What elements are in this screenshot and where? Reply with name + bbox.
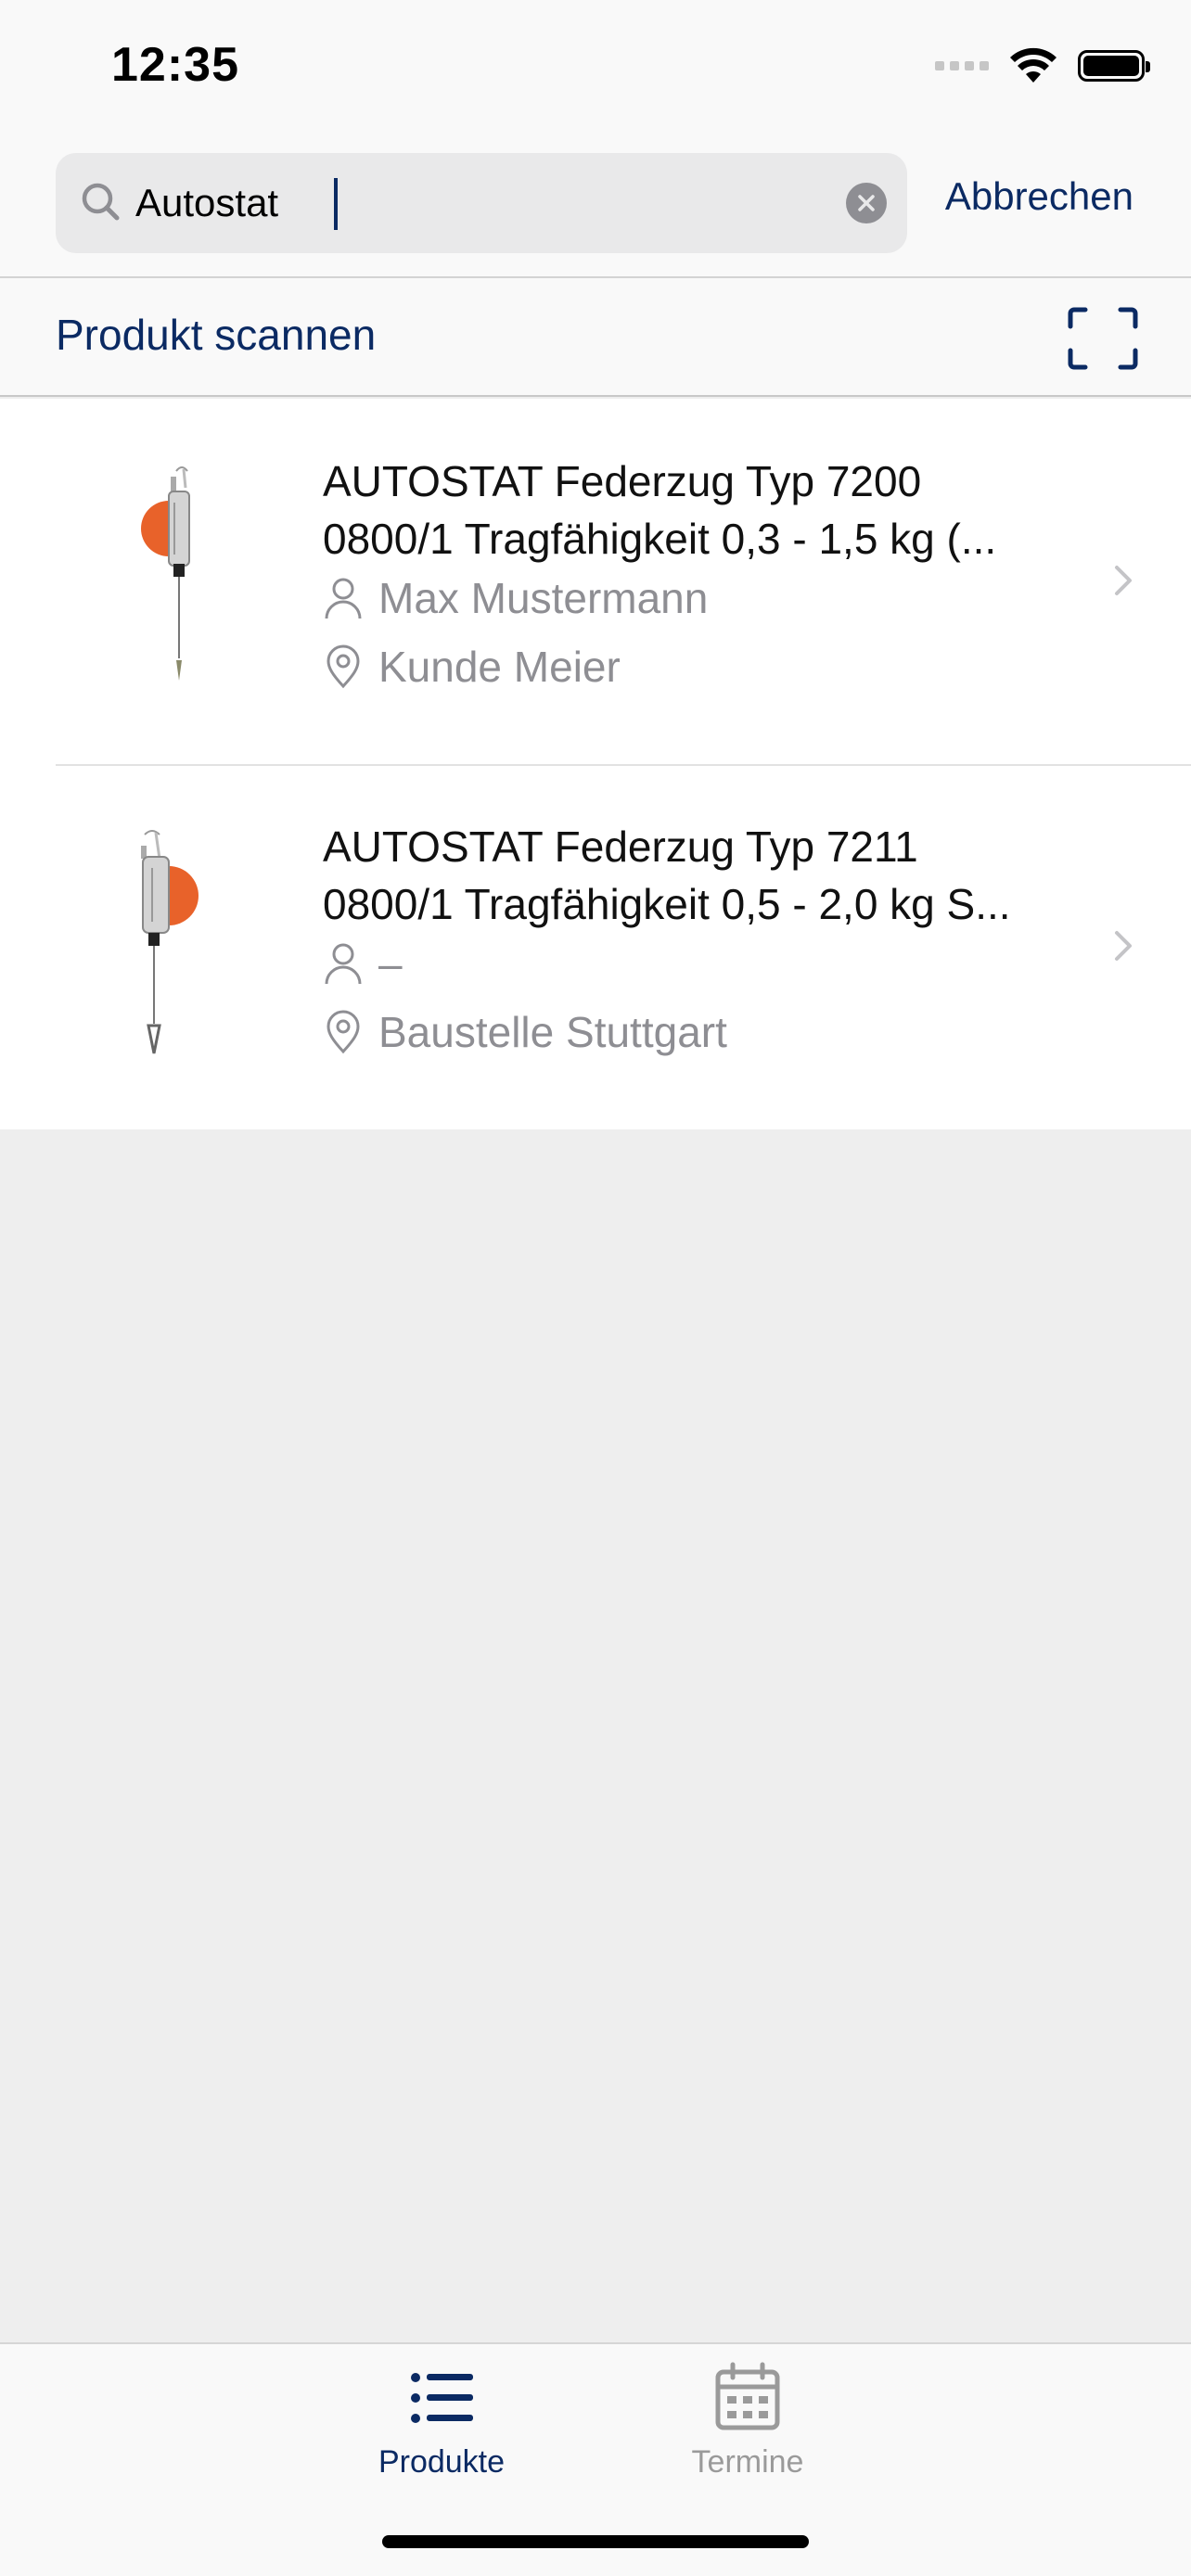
search-results-list: AUTOSTAT Federzug Typ 7200 0800/1 Tragfä… [0, 399, 1191, 1129]
location-pin-icon [327, 644, 360, 689]
location-name: Baustelle Stuttgart [378, 1008, 727, 1056]
list-item[interactable]: AUTOSTAT Federzug Typ 7211 0800/1 Tragfä… [0, 764, 1191, 1129]
assigned-person: – [323, 938, 403, 988]
product-title-line-1: AUTOSTAT Federzug Typ 7200 [323, 457, 922, 505]
list-icon [411, 2373, 473, 2423]
scan-frame-icon[interactable] [1067, 306, 1139, 371]
chevron-right-icon [1115, 931, 1132, 961]
status-icons [935, 43, 1150, 89]
wifi-icon [1010, 47, 1057, 83]
product-title-line-1: AUTOSTAT Federzug Typ 7211 [323, 823, 918, 871]
scan-product-label: Produkt scannen [56, 311, 377, 359]
header-area: 12:35 Abbrechen [0, 0, 1191, 276]
search-icon [82, 183, 120, 221]
clear-search-button[interactable] [846, 183, 887, 223]
assigned-person: Max Mustermann [323, 573, 708, 623]
search-input[interactable] [135, 153, 840, 253]
tab-appointments-label: Termine [691, 2444, 804, 2480]
person-icon [325, 943, 362, 985]
product-title: AUTOSTAT Federzug Typ 7200 0800/1 Tragfä… [323, 453, 1083, 567]
person-name: – [378, 939, 403, 988]
battery-icon [1078, 50, 1150, 82]
scan-product-row[interactable]: Produkt scannen [0, 276, 1191, 397]
status-time: 12:35 [111, 38, 239, 92]
product-title-line-2: 0800/1 Tragfähigkeit 0,3 - 1,5 kg (... [323, 515, 997, 563]
location-name: Kunde Meier [378, 643, 621, 691]
calendar-icon [715, 2362, 780, 2430]
text-caret [334, 178, 338, 230]
person-icon [325, 578, 362, 619]
product-title: AUTOSTAT Federzug Typ 7211 0800/1 Tragfä… [323, 818, 1083, 933]
tab-products-label: Produkte [378, 2444, 506, 2480]
product-image [141, 830, 198, 1054]
location-pin-icon [327, 1010, 360, 1054]
cancel-button[interactable]: Abbrechen [945, 174, 1133, 219]
cellular-signal-icon [935, 61, 989, 70]
product-location: Baustelle Stuttgart [323, 1007, 727, 1057]
list-item[interactable]: AUTOSTAT Federzug Typ 7200 0800/1 Tragfä… [0, 399, 1191, 764]
product-image [141, 466, 190, 681]
search-field[interactable] [56, 153, 907, 253]
person-name: Max Mustermann [378, 574, 709, 622]
product-location: Kunde Meier [323, 642, 621, 692]
close-icon [858, 195, 875, 211]
chevron-right-icon [1115, 566, 1132, 595]
tab-products[interactable]: Produkte [349, 2361, 534, 2480]
product-title-line-2: 0800/1 Tragfähigkeit 0,5 - 2,0 kg S... [323, 880, 1011, 928]
home-indicator [382, 2535, 809, 2548]
tab-appointments[interactable]: Termine [655, 2361, 840, 2480]
